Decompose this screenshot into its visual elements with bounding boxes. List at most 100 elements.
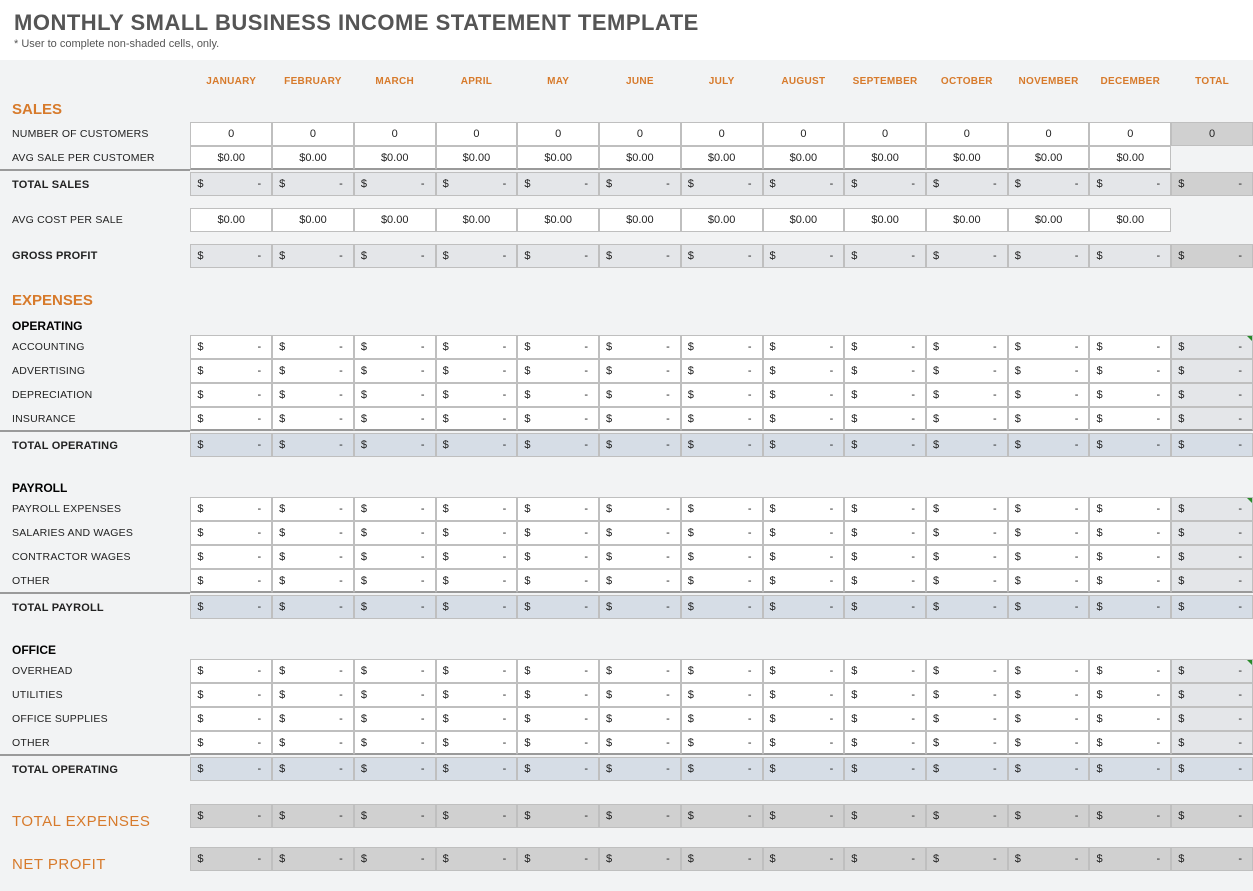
cell[interactable]: $- <box>926 359 1008 383</box>
cell[interactable]: $0.00 <box>926 208 1008 232</box>
cell[interactable]: $- <box>354 707 436 731</box>
cell[interactable]: $- <box>1008 407 1090 431</box>
cell[interactable]: 0 <box>599 122 681 146</box>
cell[interactable]: 0 <box>1089 122 1171 146</box>
cell[interactable]: $- <box>1089 383 1171 407</box>
cell[interactable]: 0 <box>354 122 436 146</box>
cell[interactable]: $- <box>1089 683 1171 707</box>
cell[interactable]: $0.00 <box>681 146 763 170</box>
cell[interactable]: $- <box>517 683 599 707</box>
cell[interactable]: $0.00 <box>926 146 1008 170</box>
cell[interactable]: $- <box>681 359 763 383</box>
cell[interactable]: $0.00 <box>272 146 354 170</box>
cell[interactable]: $- <box>926 521 1008 545</box>
cell[interactable]: 0 <box>517 122 599 146</box>
cell[interactable]: $- <box>926 569 1008 593</box>
cell[interactable]: $- <box>190 383 272 407</box>
cell[interactable]: 0 <box>681 122 763 146</box>
cell[interactable]: $- <box>436 683 518 707</box>
cell[interactable]: $- <box>844 383 926 407</box>
cell[interactable]: $- <box>517 659 599 683</box>
cell[interactable]: $- <box>436 731 518 755</box>
cell[interactable]: $- <box>1008 683 1090 707</box>
cell[interactable]: $- <box>272 497 354 521</box>
cell[interactable]: $- <box>190 407 272 431</box>
cell[interactable]: 0 <box>844 122 926 146</box>
cell[interactable]: $- <box>599 521 681 545</box>
cell[interactable]: $- <box>926 731 1008 755</box>
cell[interactable]: $- <box>354 569 436 593</box>
cell[interactable]: $- <box>517 383 599 407</box>
cell[interactable]: $- <box>436 659 518 683</box>
cell[interactable]: $- <box>1008 545 1090 569</box>
cell[interactable]: $0.00 <box>1089 208 1171 232</box>
cell[interactable]: $- <box>1089 659 1171 683</box>
cell[interactable]: $- <box>763 335 845 359</box>
cell[interactable]: $- <box>517 707 599 731</box>
cell[interactable]: $- <box>926 383 1008 407</box>
cell[interactable]: $- <box>844 521 926 545</box>
cell[interactable]: $- <box>763 731 845 755</box>
cell[interactable]: $- <box>190 497 272 521</box>
cell[interactable]: $- <box>763 407 845 431</box>
cell[interactable]: $- <box>1008 659 1090 683</box>
cell[interactable]: $- <box>926 335 1008 359</box>
cell[interactable]: 0 <box>436 122 518 146</box>
cell[interactable]: $- <box>681 707 763 731</box>
cell[interactable]: $0.00 <box>354 208 436 232</box>
cell[interactable]: $- <box>190 731 272 755</box>
cell[interactable]: $- <box>599 359 681 383</box>
cell[interactable]: $- <box>1089 731 1171 755</box>
cell[interactable]: $- <box>272 383 354 407</box>
cell[interactable]: $- <box>599 683 681 707</box>
cell[interactable]: $- <box>599 569 681 593</box>
cell[interactable]: $- <box>436 569 518 593</box>
cell[interactable]: $- <box>681 659 763 683</box>
cell[interactable]: $- <box>1089 335 1171 359</box>
cell[interactable]: $0.00 <box>599 208 681 232</box>
cell[interactable]: $- <box>926 497 1008 521</box>
cell[interactable]: $- <box>763 545 845 569</box>
cell[interactable]: $- <box>681 383 763 407</box>
cell[interactable]: $0.00 <box>436 208 518 232</box>
cell[interactable]: $- <box>436 497 518 521</box>
cell[interactable]: $0.00 <box>599 146 681 170</box>
cell[interactable]: $- <box>844 497 926 521</box>
cell[interactable]: $- <box>681 521 763 545</box>
cell[interactable]: $0.00 <box>354 146 436 170</box>
cell[interactable]: $0.00 <box>1089 146 1171 170</box>
cell[interactable]: $- <box>1008 383 1090 407</box>
cell[interactable]: $- <box>681 731 763 755</box>
cell[interactable]: $- <box>681 407 763 431</box>
cell[interactable]: $0.00 <box>517 146 599 170</box>
cell[interactable]: $- <box>272 683 354 707</box>
cell[interactable]: $- <box>272 569 354 593</box>
cell[interactable]: $- <box>844 569 926 593</box>
cell[interactable]: $- <box>681 569 763 593</box>
cell[interactable]: 0 <box>190 122 272 146</box>
cell[interactable]: $0.00 <box>681 208 763 232</box>
cell[interactable]: $- <box>517 497 599 521</box>
cell[interactable]: $- <box>599 383 681 407</box>
cell[interactable]: $- <box>190 359 272 383</box>
cell[interactable]: $- <box>844 683 926 707</box>
cell[interactable]: $0.00 <box>763 146 845 170</box>
cell[interactable]: $0.00 <box>844 208 926 232</box>
cell[interactable]: $- <box>436 707 518 731</box>
cell[interactable]: $- <box>844 335 926 359</box>
cell[interactable]: $- <box>436 335 518 359</box>
cell[interactable]: $- <box>1089 521 1171 545</box>
cell[interactable]: 0 <box>1008 122 1090 146</box>
cell[interactable]: $- <box>354 497 436 521</box>
cell[interactable]: $- <box>599 707 681 731</box>
cell[interactable]: $- <box>190 335 272 359</box>
cell[interactable]: $- <box>844 407 926 431</box>
cell[interactable]: $- <box>763 707 845 731</box>
cell[interactable]: $- <box>517 359 599 383</box>
cell[interactable]: $- <box>190 683 272 707</box>
cell[interactable]: $0.00 <box>436 146 518 170</box>
cell[interactable]: $- <box>517 335 599 359</box>
cell[interactable]: $- <box>517 521 599 545</box>
cell[interactable]: $- <box>354 545 436 569</box>
cell[interactable]: $- <box>763 569 845 593</box>
